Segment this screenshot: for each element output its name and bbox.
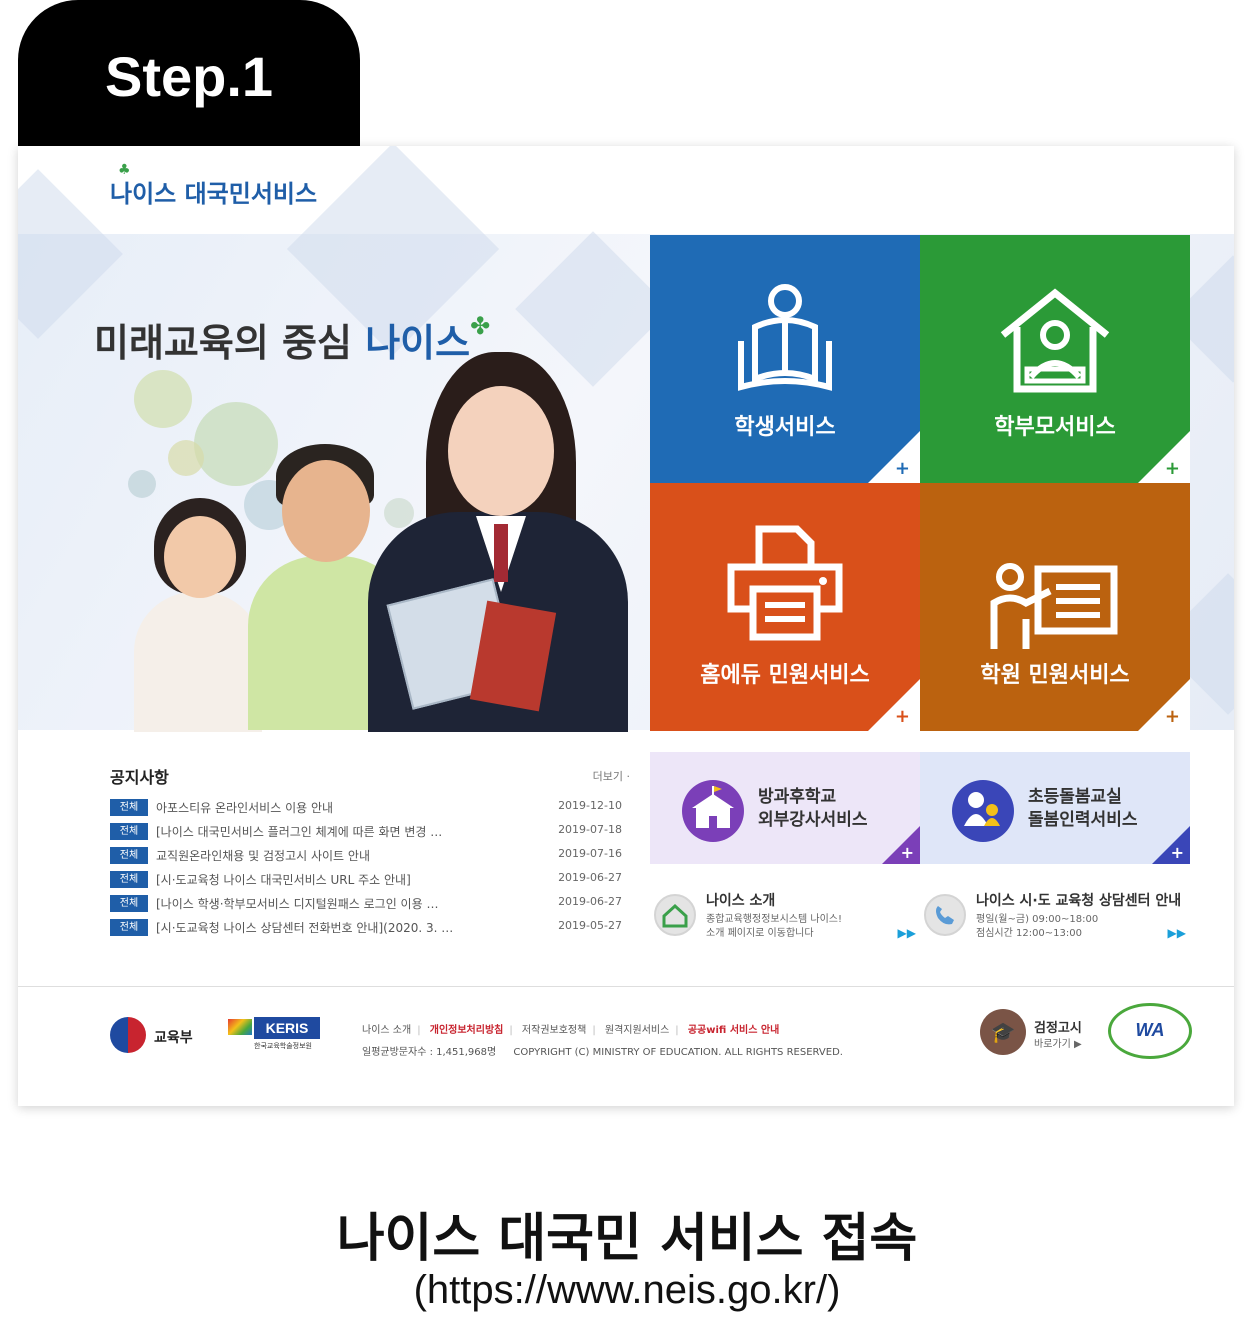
- academy-service-tile[interactable]: 학원 민원서비스 +: [920, 483, 1190, 731]
- notice-badge: 전체: [110, 823, 148, 840]
- decorative-bubble: [168, 440, 204, 476]
- decorative-bubble: [134, 370, 192, 428]
- notice-title: 공지사항: [110, 768, 169, 787]
- caption-title: 나이스 대국민 서비스 접속: [336, 1209, 918, 1269]
- notice-row[interactable]: 전체 [시·도교육청 나이스 대국민서비스 URL 주소 안내] 2019-06…: [110, 868, 630, 890]
- house-icon: [654, 894, 696, 936]
- notice-date: 2019-07-18: [558, 823, 622, 836]
- notice-row[interactable]: 전체 아포스티유 온라인서비스 이용 안내 2019-12-10: [110, 796, 630, 818]
- notice-date: 2019-05-27: [558, 919, 622, 932]
- web-accessibility-mark: WA: [1108, 1003, 1192, 1059]
- info-title: 나이스 시·도 교육청 상담센터 안내: [976, 893, 1182, 909]
- phone-icon: [924, 894, 966, 936]
- info-title: 나이스 소개: [706, 893, 776, 909]
- notice-more-link[interactable]: 더보기 ·: [593, 768, 630, 784]
- counseling-center-link[interactable]: 나이스 시·도 교육청 상담센터 안내 평일(월~금) 09:00~18:00 …: [920, 886, 1190, 946]
- footer-link[interactable]: 개인정보처리방침: [430, 1025, 504, 1036]
- double-arrow-icon: ▶▶: [897, 926, 916, 940]
- house-parent-icon: [1000, 288, 1110, 393]
- double-arrow-icon: ▶▶: [1167, 926, 1186, 940]
- service-label: 초등돌봄교실 돌봄인력서비스: [1028, 787, 1138, 830]
- notice-text: 교직원온라인채용 및 검정고시 사이트 안내: [156, 849, 370, 863]
- plus-icon: +: [894, 458, 910, 479]
- site-logo[interactable]: ♣ 나이스 대국민서비스: [110, 162, 318, 209]
- footer-link[interactable]: 공공wifi 서비스 안내: [688, 1025, 779, 1036]
- notice-text: [시·도교육청 나이스 대국민서비스 URL 주소 안내]: [156, 873, 411, 887]
- footer-link[interactable]: 원격지원서비스: [605, 1025, 669, 1036]
- plus-icon: +: [900, 843, 914, 862]
- notice-row[interactable]: 전체 [나이스 학생·학부모서비스 디지털원패스 로그인 이용 … 2019-0…: [110, 892, 630, 914]
- sprout-icon: ♣: [118, 162, 131, 178]
- student-service-tile[interactable]: 학생서비스 +: [650, 235, 920, 483]
- care-staff-service[interactable]: 초등돌봄교실 돌봄인력서비스 +: [920, 752, 1190, 864]
- footer-link[interactable]: 저작권보호정책: [522, 1025, 586, 1036]
- copyright: COPYRIGHT (C) MINISTRY OF EDUCATION. ALL…: [513, 1047, 843, 1058]
- notice-date: 2019-07-16: [558, 847, 622, 860]
- student-reading-icon: [738, 284, 832, 391]
- notice-date: 2019-12-10: [558, 799, 622, 812]
- student-illustration: [358, 352, 638, 732]
- notice-row[interactable]: 전체 [시·도교육청 나이스 상담센터 전화번호 안내](2020. 3. … …: [110, 916, 630, 938]
- step-label: Step.1: [104, 45, 274, 108]
- notice-date: 2019-06-27: [558, 871, 622, 884]
- graduation-cap-icon: 🎓: [980, 1009, 1026, 1055]
- homeedu-service-tile[interactable]: 홈에듀 민원서비스 +: [650, 483, 920, 731]
- footer-link[interactable]: 나이스 소개: [362, 1025, 411, 1036]
- footer-links: 나이스 소개 | 개인정보처리방침 | 저작권보호정책 | 원격지원서비스 | 공공wi…: [362, 1025, 780, 1036]
- parent-service-tile[interactable]: 학부모서비스 +: [920, 235, 1190, 483]
- footer: 교육부 KERIS 한국교육학술정보원 나이스 소개 | 개인정보처리방침 | 저작…: [18, 986, 1234, 1106]
- plus-icon: +: [1164, 458, 1180, 479]
- notice-date: 2019-06-27: [558, 895, 622, 908]
- screenshot-card: ♣ 나이스 대국민서비스 미래교육의 중심 나이스✤ 학생서비스 + 학부모서비…: [18, 146, 1234, 1106]
- visitor-count: 일평균방문자수 : 1,451,968명: [362, 1047, 497, 1058]
- notice-text: [시·도교육청 나이스 상담센터 전화번호 안내](2020. 3. …: [156, 921, 454, 935]
- service-label: 방과후학교 외부강사서비스: [758, 787, 868, 830]
- clover-icon: ✤: [470, 312, 491, 340]
- notice-text: 아포스티유 온라인서비스 이용 안내: [156, 801, 334, 815]
- notice-badge: 전체: [110, 871, 148, 888]
- printer-icon: [727, 525, 843, 641]
- notice-badge: 전체: [110, 895, 148, 912]
- notice-text: [나이스 대국민서비스 플러그인 체계에 따른 화면 변경 …: [156, 825, 443, 839]
- school-icon: [682, 780, 744, 842]
- keris-mark-icon: [228, 1019, 252, 1035]
- logo-text: 나이스 대국민서비스: [110, 180, 318, 208]
- notice-badge: 전체: [110, 847, 148, 864]
- footer-stats: 일평균방문자수 : 1,451,968명 COPYRIGHT (C) MINIS…: [362, 1043, 843, 1058]
- neis-intro-link[interactable]: 나이스 소개 종합교육행정정보시스템 나이스! 소개 페이지로 이동합니다 ▶▶: [650, 886, 920, 946]
- plus-icon: +: [1170, 843, 1184, 862]
- taegeuk-icon: [110, 1017, 146, 1053]
- afterschool-instructor-service[interactable]: 방과후학교 외부강사서비스 +: [650, 752, 920, 864]
- caption-url: (https://www.neis.go.kr/): [413, 1268, 841, 1312]
- info-line: 점심시간 12:00~13:00: [976, 928, 1082, 939]
- notice-text: [나이스 학생·학부모서비스 디지털원패스 로그인 이용 …: [156, 897, 439, 911]
- info-line: 소개 페이지로 이동합니다: [706, 928, 814, 939]
- notice-row[interactable]: 전체 교직원온라인채용 및 검정고시 사이트 안내 2019-07-16: [110, 844, 630, 866]
- teacher-board-icon: [990, 563, 1118, 649]
- notice-badge: 전체: [110, 919, 148, 936]
- plus-icon: +: [894, 706, 910, 727]
- step-tab: Step.1: [18, 0, 360, 146]
- info-line: 평일(월~금) 09:00~18:00: [976, 914, 1099, 925]
- plus-icon: +: [1164, 706, 1180, 727]
- info-line: 종합교육행정정보시스템 나이스!: [706, 914, 842, 925]
- care-people-icon: [952, 780, 1014, 842]
- notice-badge: 전체: [110, 799, 148, 816]
- notice-row[interactable]: 전체 [나이스 대국민서비스 플러그인 체계에 따른 화면 변경 … 2019-…: [110, 820, 630, 842]
